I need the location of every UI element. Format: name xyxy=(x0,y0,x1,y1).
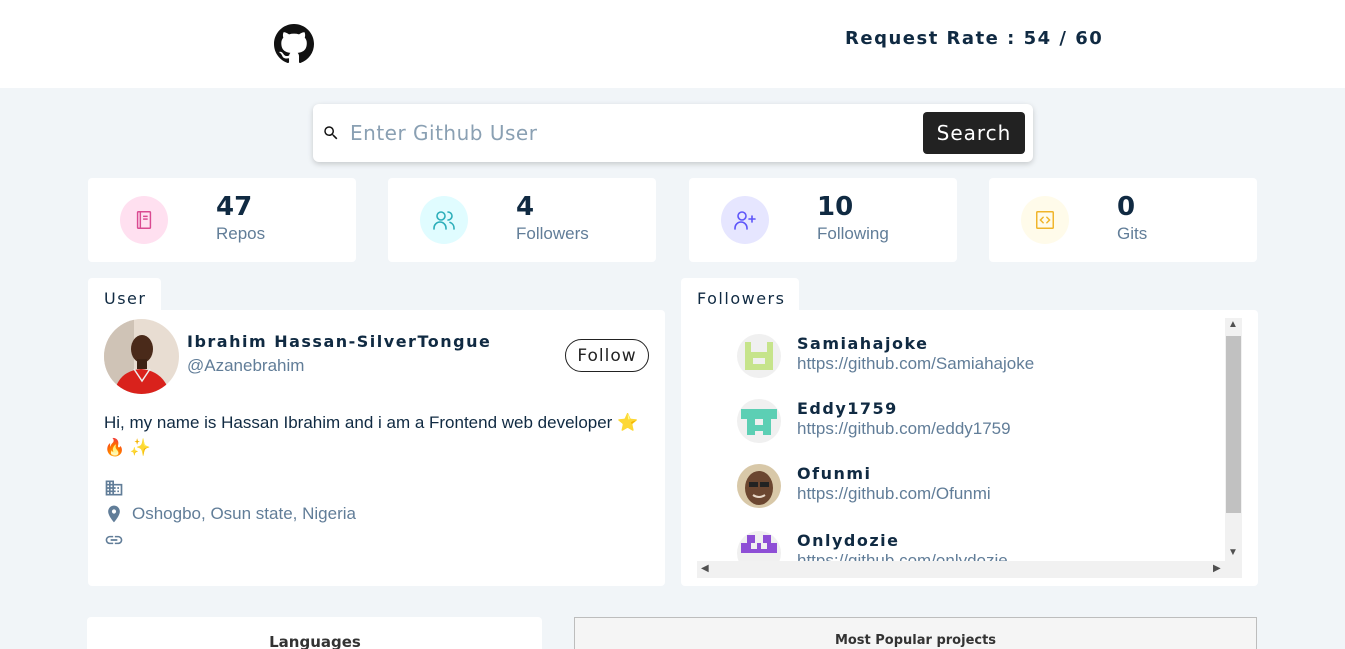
building-icon xyxy=(105,480,123,496)
followers-list[interactable]: Samiahajoke https://github.com/Samiahajo… xyxy=(697,318,1242,578)
follower-avatar xyxy=(737,334,781,378)
follower-url[interactable]: https://github.com/Ofunmi xyxy=(797,484,991,504)
stat-following: 10 Following xyxy=(689,178,957,262)
users-icon xyxy=(420,196,468,244)
github-icon[interactable] xyxy=(274,24,314,64)
location-icon xyxy=(108,505,120,523)
scroll-right-icon[interactable]: ▶ xyxy=(1213,563,1221,574)
stat-value: 10 xyxy=(817,192,854,222)
follower-avatar xyxy=(737,464,781,508)
stat-label: Followers xyxy=(516,224,589,243)
user-bio: Hi, my name is Hassan Ibrahim and i am a… xyxy=(104,413,639,457)
follower-item[interactable]: Ofunmi https://github.com/Ofunmi xyxy=(737,464,1217,520)
scroll-left-icon[interactable]: ◀ xyxy=(701,563,709,574)
stat-label: Repos xyxy=(216,224,266,243)
follower-item[interactable]: Eddy1759 https://github.com/eddy1759 xyxy=(737,399,1217,455)
stat-gists: 0 Gits xyxy=(989,178,1257,262)
stat-label: Following xyxy=(817,224,889,243)
search-input[interactable] xyxy=(350,116,910,150)
stat-followers: 4 Followers xyxy=(388,178,656,262)
follower-name: Eddy1759 xyxy=(797,399,898,418)
user-location: Oshogbo, Osun state, Nigeria xyxy=(132,504,356,523)
link-icon[interactable] xyxy=(104,530,124,550)
popular-projects-title: Most Popular projects xyxy=(834,633,997,648)
request-rate: Request Rate : 54 / 60 xyxy=(845,28,1104,49)
stat-repos: 47 Repos xyxy=(88,178,356,262)
stat-label: Gits xyxy=(1117,224,1148,243)
follower-url[interactable]: https://github.com/eddy1759 xyxy=(797,419,1011,439)
followers-tab: Followers xyxy=(681,278,799,312)
search-icon xyxy=(324,126,338,140)
book-icon xyxy=(120,196,168,244)
user-plus-icon xyxy=(721,196,769,244)
avatar xyxy=(104,319,179,394)
user-tab: User xyxy=(88,278,161,312)
scroll-down-icon[interactable]: ▼ xyxy=(1228,547,1238,558)
top-bar: Request Rate : 54 / 60 xyxy=(0,0,1345,88)
languages-title: Languages xyxy=(269,633,361,649)
code-icon xyxy=(1021,196,1069,244)
scrollbar-thumb[interactable] xyxy=(1226,336,1241,513)
stat-value: 4 xyxy=(516,192,535,222)
horizontal-scrollbar[interactable] xyxy=(697,561,1242,578)
follower-name: Onlydozie xyxy=(797,531,900,550)
follower-name: Samiahajoke xyxy=(797,334,929,353)
follower-avatar xyxy=(737,399,781,443)
follow-button[interactable]: Follow xyxy=(565,339,649,372)
stat-value: 47 xyxy=(216,192,253,222)
stat-value: 0 xyxy=(1117,192,1136,222)
search-button[interactable]: Search xyxy=(923,112,1025,154)
user-login: @Azanebrahim xyxy=(187,356,305,375)
user-name: Ibrahim Hassan-SilverTongue xyxy=(187,332,492,351)
follower-name: Ofunmi xyxy=(797,464,872,483)
follower-url[interactable]: https://github.com/Samiahajoke xyxy=(797,354,1034,374)
scroll-up-icon[interactable]: ▲ xyxy=(1228,319,1238,330)
follower-item[interactable]: Samiahajoke https://github.com/Samiahajo… xyxy=(737,334,1217,390)
